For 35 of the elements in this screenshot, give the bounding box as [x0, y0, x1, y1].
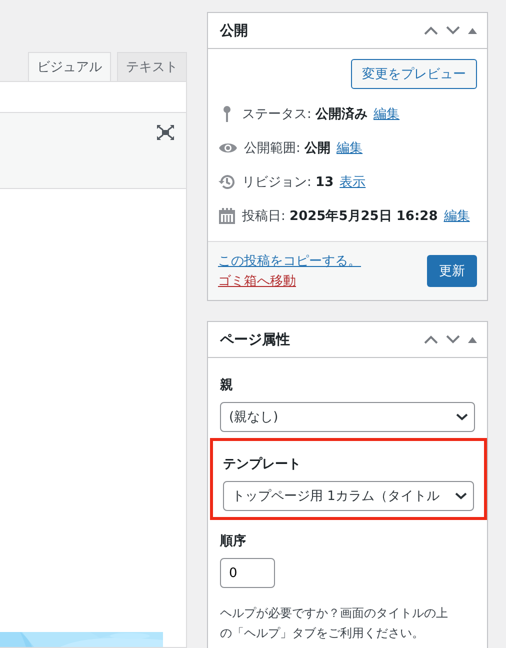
select-field[interactable]: (親なし) — [220, 402, 475, 432]
calendar-icon — [218, 207, 236, 225]
history-icon — [218, 173, 236, 191]
editor-tab[interactable]: テキスト — [117, 52, 187, 81]
panel-title: 公開 — [220, 22, 249, 40]
chevron-up-icon — [424, 26, 438, 35]
publish-info: ステータス: 公開済み — [242, 106, 368, 123]
triangle-icon — [468, 28, 477, 34]
fullscreen-icon[interactable] — [157, 125, 174, 140]
select-field[interactable]: トップページ用 1カラム（タイトル — [223, 481, 474, 511]
order-field[interactable]: 0 — [220, 558, 275, 588]
publish-info: 公開範囲: 公開 — [244, 140, 331, 157]
chevron-down-icon — [446, 26, 460, 35]
chevron-down-icon — [446, 335, 460, 344]
preview-button[interactable]: 変更をプレビュー — [351, 59, 477, 89]
help-text: ヘルプが必要ですか？画面のタイトルの上の「ヘルプ」タブをご利用ください。 — [220, 605, 449, 642]
triangle-icon — [468, 336, 477, 342]
field-label: 親 — [220, 376, 234, 395]
editor-tab[interactable]: ビジュアル — [28, 52, 111, 81]
copy-link[interactable]: この投稿をコピーする。 — [218, 252, 361, 270]
panel-title: ページ属性 — [220, 330, 291, 348]
publish-info: リビジョン: 13 — [242, 174, 334, 191]
eye-icon — [218, 141, 238, 155]
update-button[interactable]: 更新 — [427, 255, 477, 287]
chevron-up-icon — [424, 335, 438, 344]
chevron-down-icon — [456, 413, 468, 421]
edit-link[interactable]: 表示 — [340, 173, 366, 191]
edit-link[interactable]: 編集 — [444, 207, 470, 225]
field-label: テンプレート — [223, 456, 302, 474]
edit-link[interactable]: 編集 — [374, 105, 400, 123]
edit-link[interactable]: 編集 — [336, 139, 363, 157]
field-label: 順序 — [220, 532, 247, 551]
chevron-down-icon — [455, 492, 467, 500]
publish-info: 投稿日: 2025年5月25日 16:28 — [242, 208, 438, 225]
trash-link[interactable]: ゴミ箱へ移動 — [218, 272, 361, 290]
